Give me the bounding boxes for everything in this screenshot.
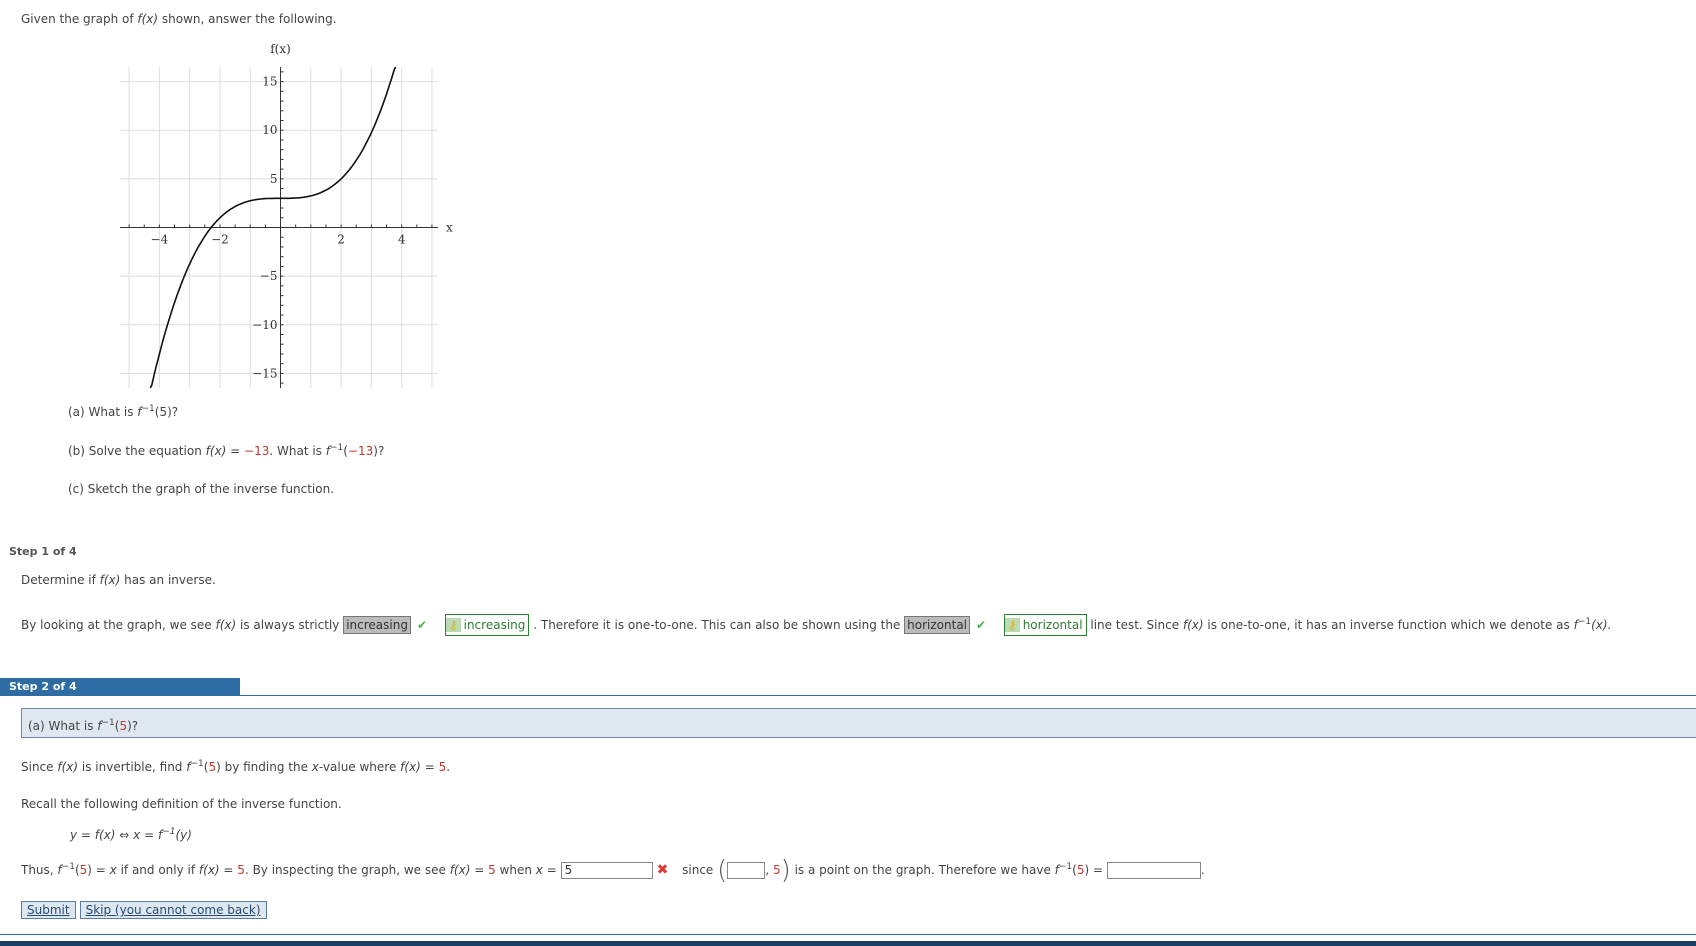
y-tick-label: 15 bbox=[262, 75, 277, 89]
answer-horizontal: horizontal bbox=[904, 616, 971, 634]
y-tick-label: 10 bbox=[262, 123, 277, 137]
footer-bar bbox=[0, 941, 1696, 946]
step1-label: Step 1 of 4 bbox=[9, 545, 77, 558]
step1-sentence: By looking at the graph, we see f(x) is … bbox=[21, 614, 1611, 636]
x-value-input[interactable]: 5 bbox=[560, 862, 653, 879]
incorrect-x-icon: ✖ bbox=[656, 862, 669, 878]
submit-button[interactable]: Submit bbox=[21, 901, 76, 919]
inverse-definition: y = f(x) ⇔ x = f−1(y) bbox=[70, 827, 192, 842]
x-tick-label: −2 bbox=[211, 233, 229, 247]
key-answer-increasing: ⚷ increasing bbox=[444, 614, 530, 636]
x-axis-label: x bbox=[446, 221, 453, 235]
key-answer-horizontal: ⚷ horizontal bbox=[1003, 614, 1087, 636]
y-tick-label: −10 bbox=[252, 318, 277, 332]
x-tick-label: 4 bbox=[398, 233, 406, 247]
intro-text: Given the graph of f(x) shown, answer th… bbox=[21, 12, 337, 26]
inverse-value-input[interactable] bbox=[1106, 862, 1201, 879]
step2-question-box: (a) What is f−1(5)? bbox=[21, 708, 1696, 738]
check-icon: ✔ bbox=[976, 618, 987, 632]
step2-header: Step 2 of 4 bbox=[0, 678, 240, 696]
action-buttons: Submit Skip (you cannot come back) bbox=[21, 901, 271, 919]
paren-close: ) bbox=[780, 855, 791, 886]
function-graph: −4 −2 2 4 −15 −10 −5 5 10 15 x f(x) bbox=[120, 42, 453, 389]
key-icon: ⚷ bbox=[445, 618, 461, 632]
divider bbox=[0, 934, 1696, 935]
step2-line3: Thus, f−1(5) = x if and only if f(x) = 5… bbox=[21, 855, 1205, 886]
x-tick-label: −4 bbox=[151, 233, 169, 247]
y-axis-label: f(x) bbox=[270, 42, 291, 56]
step1-prompt: Determine if f(x) has an inverse. bbox=[21, 573, 216, 587]
point-x-input[interactable] bbox=[727, 862, 766, 879]
paren-open: ( bbox=[717, 855, 728, 886]
y-tick-label: −5 bbox=[260, 269, 278, 283]
y-tick-label: −15 bbox=[252, 366, 277, 380]
skip-button[interactable]: Skip (you cannot come back) bbox=[79, 901, 267, 919]
answer-increasing: increasing bbox=[343, 616, 411, 634]
check-icon: ✔ bbox=[416, 618, 428, 632]
question-b: (b) Solve the equation f(x) = −13. What … bbox=[68, 443, 385, 458]
divider bbox=[0, 695, 1696, 696]
question-a: (a) What is f−1(5)? bbox=[68, 404, 179, 419]
x-tick-label: 2 bbox=[337, 233, 345, 247]
y-tick-label: 5 bbox=[270, 172, 278, 186]
step2-line2: Recall the following definition of the i… bbox=[21, 797, 342, 811]
question-c: (c) Sketch the graph of the inverse func… bbox=[68, 482, 334, 496]
key-icon: ⚷ bbox=[1004, 618, 1020, 632]
step2-line1: Since f(x) is invertible, find f−1(5) by… bbox=[21, 759, 451, 774]
